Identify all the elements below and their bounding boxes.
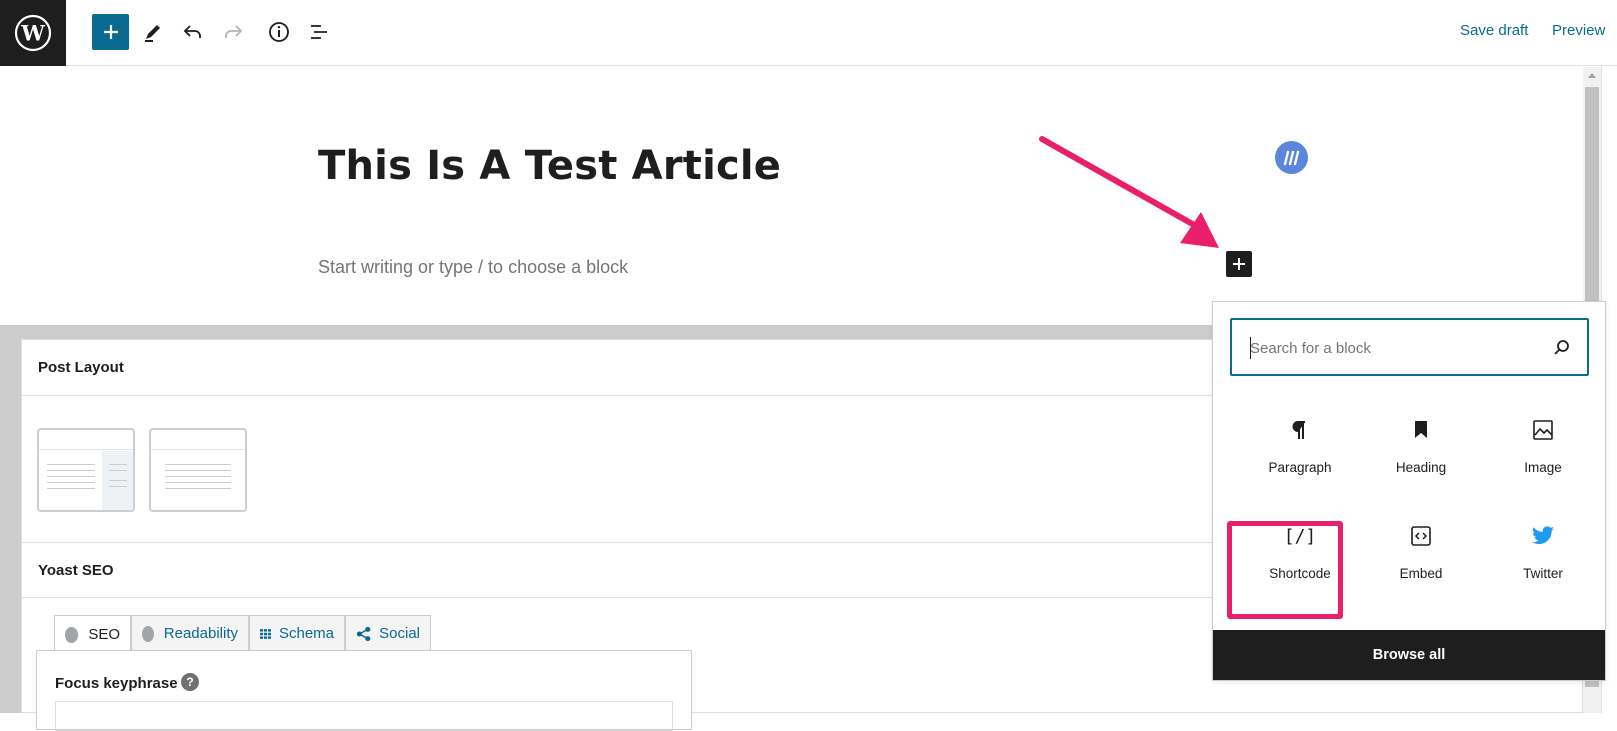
help-icon[interactable]: ? bbox=[181, 673, 199, 691]
seo-tab-panel: Focus keyphrase ? bbox=[36, 650, 692, 731]
browse-all-button[interactable]: Browse all bbox=[1213, 630, 1605, 680]
layout-line bbox=[109, 464, 127, 465]
redo-button[interactable] bbox=[214, 13, 252, 51]
details-button[interactable] bbox=[260, 13, 298, 51]
list-view-icon bbox=[311, 25, 327, 39]
block-image-label: Image bbox=[1524, 460, 1562, 475]
block-embed-label: Embed bbox=[1399, 566, 1443, 581]
image-icon bbox=[1532, 416, 1554, 444]
wordpress-logo-icon[interactable]: W bbox=[0, 0, 66, 66]
layout-line bbox=[165, 464, 231, 465]
text-caret bbox=[1250, 337, 1251, 359]
post-layout-heading: Post Layout bbox=[38, 359, 124, 376]
layout-line bbox=[47, 476, 95, 477]
tab-schema-label: Schema bbox=[278, 625, 334, 642]
tab-schema[interactable]: Schema bbox=[249, 615, 345, 651]
tab-readability[interactable]: Readability bbox=[131, 615, 249, 651]
layout-line bbox=[165, 488, 231, 489]
layout-line bbox=[165, 476, 231, 477]
editor-toolbar: W Save draft Preview bbox=[0, 0, 1617, 66]
grid-icon bbox=[260, 628, 271, 639]
undo-button[interactable] bbox=[174, 13, 212, 51]
tab-social[interactable]: Social bbox=[345, 615, 431, 651]
focus-keyphrase-label: Focus keyphrase bbox=[55, 675, 178, 692]
share-icon bbox=[356, 626, 371, 641]
gray-dot-icon bbox=[142, 625, 154, 642]
twitter-icon bbox=[1531, 522, 1555, 550]
block-twitter-label: Twitter bbox=[1523, 566, 1563, 581]
info-icon bbox=[269, 22, 289, 42]
block-paragraph-label: Paragraph bbox=[1268, 460, 1332, 475]
block-embed[interactable]: Embed bbox=[1366, 512, 1476, 598]
block-image[interactable]: Image bbox=[1488, 406, 1598, 492]
block-placeholder[interactable]: Start writing or type / to choose a bloc… bbox=[318, 257, 628, 278]
block-heading[interactable]: Heading bbox=[1366, 406, 1476, 492]
layout-header-bar bbox=[39, 430, 133, 450]
block-paragraph[interactable]: Paragraph bbox=[1245, 406, 1355, 492]
layout-line bbox=[47, 464, 95, 465]
pencil-icon bbox=[145, 25, 160, 42]
layout-line bbox=[47, 488, 95, 489]
focus-keyphrase-input[interactable] bbox=[55, 701, 673, 731]
plus-icon bbox=[1233, 258, 1245, 270]
block-inserter-button[interactable] bbox=[1226, 251, 1252, 277]
redo-icon bbox=[225, 25, 243, 38]
block-twitter[interactable]: Twitter bbox=[1488, 512, 1598, 598]
embed-icon bbox=[1410, 522, 1432, 550]
scroll-up-arrow-icon[interactable] bbox=[1588, 73, 1596, 78]
block-search-box[interactable] bbox=[1230, 318, 1589, 376]
preview-button[interactable]: Preview bbox=[1552, 22, 1605, 39]
layout-line bbox=[109, 486, 127, 487]
bookmark-icon bbox=[1413, 416, 1429, 444]
svg-text:W: W bbox=[20, 21, 45, 46]
layout-option-sidebar[interactable] bbox=[37, 428, 135, 512]
avatar[interactable] bbox=[1275, 141, 1308, 174]
layout-option-full-width[interactable] bbox=[149, 428, 247, 512]
paragraph-icon bbox=[1291, 416, 1309, 444]
search-icon[interactable] bbox=[1553, 338, 1571, 356]
layout-line bbox=[109, 480, 127, 481]
yoast-seo-heading: Yoast SEO bbox=[38, 562, 114, 579]
tab-seo-label: SEO bbox=[88, 626, 120, 643]
tools-button[interactable] bbox=[134, 13, 172, 51]
layout-line bbox=[47, 482, 95, 483]
tab-readability-label: Readability bbox=[163, 625, 238, 642]
tab-social-label: Social bbox=[379, 625, 420, 642]
layout-line bbox=[47, 470, 95, 471]
tab-seo[interactable]: SEO bbox=[54, 615, 131, 653]
editor-canvas: This Is A Test Article Start writing or … bbox=[0, 67, 1583, 325]
grammar-tool-icon bbox=[1283, 150, 1299, 165]
plus-icon bbox=[103, 25, 118, 39]
shortcode-highlight-box bbox=[1227, 521, 1343, 619]
layout-line bbox=[109, 470, 127, 471]
gray-dot-icon bbox=[65, 626, 79, 643]
layout-line bbox=[165, 470, 231, 471]
block-search-input[interactable] bbox=[1250, 337, 1530, 359]
layout-header-bar bbox=[151, 430, 245, 450]
save-draft-button[interactable]: Save draft bbox=[1460, 22, 1528, 39]
block-heading-label: Heading bbox=[1395, 460, 1447, 475]
post-title[interactable]: This Is A Test Article bbox=[318, 143, 781, 189]
list-view-button[interactable] bbox=[300, 13, 338, 51]
undo-icon bbox=[183, 25, 201, 38]
layout-line bbox=[165, 482, 231, 483]
add-block-button[interactable] bbox=[92, 14, 129, 50]
block-inserter-popover: Paragraph Heading Image [/] Shortcode Em… bbox=[1212, 301, 1606, 681]
